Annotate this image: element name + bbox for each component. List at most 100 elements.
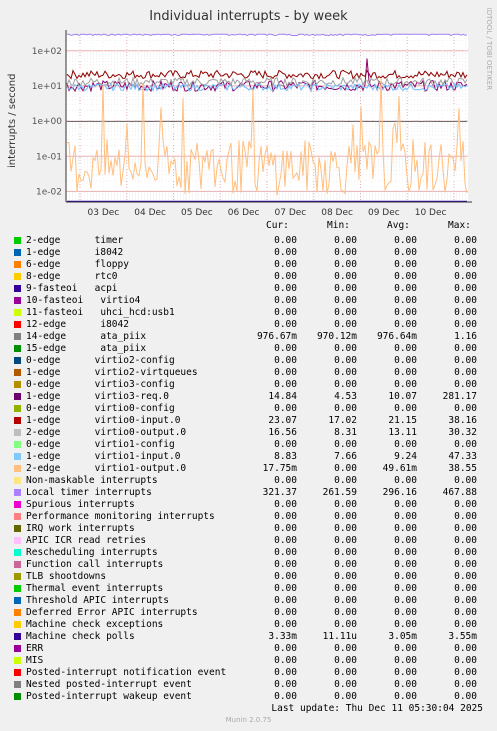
value-max: 0.00 [454,655,477,666]
value-avg: 3.05m [388,631,417,642]
value-cur: 0.00 [274,343,297,354]
legend-row: 12-edge i8042 0.00 0.00 0.00 0.00 [0,319,497,331]
legend-swatch [14,585,21,592]
legend-swatch [14,633,21,640]
legend-name: 1-edge i8042 [26,247,124,258]
value-max: 0.00 [454,547,477,558]
legend-name: 14-edge ata_piix [26,331,147,342]
legend-row: 2-edge virtio1-output.0 17.75m 0.00 49.61m 3… [0,463,497,475]
value-avg: 0.00 [394,283,417,294]
legend-name: 0-edge virtio3-config [26,379,175,390]
legend-name: Posted-interrupt notification event [26,667,227,678]
legend-row: Local timer interrupts 321.37 261.59 296.16… [0,487,497,499]
value-min: 11.11u [322,631,357,642]
legend-row: Function call interrupts 0.00 0.00 0.00 0.00 [0,559,497,571]
value-avg: 0.00 [394,619,417,630]
value-min: 0.00 [334,307,357,318]
value-cur: 0.00 [274,403,297,414]
legend-name: 2-edge timer [26,235,124,246]
legend-name: 1-edge virtio0-input.0 [26,415,181,426]
value-avg: 0.00 [394,499,417,510]
x-tick-label: 06 Dec [228,208,260,218]
value-cur: 0.00 [274,235,297,246]
legend-swatch [14,693,21,700]
legend-swatch [14,561,21,568]
legend-row: Deferred Error APIC interrupts 0.00 0.00 0.… [0,607,497,619]
value-cur: 0.00 [274,259,297,270]
legend-swatch [14,681,21,688]
legend-row: 0-edge virtio2-config 0.00 0.00 0.00 0.00 [0,355,497,367]
legend-row: 8-edge rtc0 0.00 0.00 0.00 0.00 [0,271,497,283]
y-tick-label: 1e-01 [36,152,62,162]
value-max: 1.16 [454,331,477,342]
value-avg: 0.00 [394,691,417,702]
legend-row: 14-edge ata_piix 976.67m 970.12m 976.64m 1.1… [0,331,497,343]
value-max: 0.00 [454,367,477,378]
legend-swatch [14,249,21,256]
value-avg: 49.61m [382,463,417,474]
value-cur: 0.00 [274,439,297,450]
legend-name: 1-edge virtio3-req.0 [26,391,169,402]
chart: 1e-02 1e-01 1e+00 1e+01 1e+02 03 Dec 04 Dec 05 … [32,30,472,218]
x-tick-label: 07 Dec [275,208,307,218]
col-avg: Avg: [387,220,410,231]
value-min: 0.00 [334,691,357,702]
legend-row: 1-edge virtio3-req.0 14.84 4.53 10.07 281.17 [0,391,497,403]
value-max: 0.00 [454,259,477,270]
value-cur: 0.00 [274,523,297,534]
x-tick-label: 03 Dec [88,208,120,218]
value-cur: 0.00 [274,511,297,522]
value-cur: 23.07 [268,415,297,426]
legend-row: 1-edge virtio1-input.0 8.83 7.66 9.24 47.33 [0,451,497,463]
y-tick-label: 1e+01 [32,82,62,92]
value-min: 0.00 [334,523,357,534]
value-avg: 0.00 [394,595,417,606]
legend-name: Performance monitoring interrupts [26,511,215,522]
x-tick-label: 10 Dec [415,208,447,218]
value-cur: 0.00 [274,499,297,510]
legend-swatch [14,309,21,316]
value-max: 0.00 [454,343,477,354]
legend-name: Machine check polls [26,631,135,642]
legend-swatch [14,273,21,280]
value-avg: 0.00 [394,343,417,354]
value-cur: 0.00 [274,655,297,666]
legend-row: 6-edge floppy 0.00 0.00 0.00 0.00 [0,259,497,271]
legend-name: 1-edge virtio1-input.0 [26,451,181,462]
y-axis-title: interrupts / second [7,74,18,168]
value-avg: 0.00 [394,523,417,534]
value-max: 0.00 [454,643,477,654]
value-min: 0.00 [334,235,357,246]
value-min: 0.00 [334,355,357,366]
value-cur: 0.00 [274,691,297,702]
legend-row: Nested posted-interrupt event 0.00 0.00 0.0… [0,679,497,691]
legend-row: TLB shootdowns 0.00 0.00 0.00 0.00 [0,571,497,583]
value-avg: 0.00 [394,235,417,246]
value-min: 0.00 [334,379,357,390]
value-max: 0.00 [454,667,477,678]
value-cur: 16.56 [268,427,297,438]
value-max: 0.00 [454,559,477,570]
legend-name: APIC ICR read retries [26,535,147,546]
value-min: 0.00 [334,619,357,630]
value-max: 0.00 [454,235,477,246]
value-cur: 0.00 [274,475,297,486]
legend-swatch [14,333,21,340]
legend-swatch [14,609,21,616]
legend-row: MIS 0.00 0.00 0.00 0.00 [0,655,497,667]
value-cur: 0.00 [274,583,297,594]
legend-row: APIC ICR read retries 0.00 0.00 0.00 0.00 [0,535,497,547]
value-min: 8.31 [334,427,357,438]
legend-name: Deferred Error APIC interrupts [26,607,198,618]
legend-swatch [14,621,21,628]
value-cur: 0.00 [274,559,297,570]
legend-swatch [14,321,21,328]
legend-name: Rescheduling interrupts [26,547,158,558]
value-min: 0.00 [334,367,357,378]
legend-name: 11-fasteoi uhci_hcd:usb1 [26,307,175,318]
chart-title: Individual interrupts - by week [149,9,348,24]
value-max: 3.55m [448,631,477,642]
legend-name: Local timer interrupts [26,487,152,498]
legend-name: 8-edge rtc0 [26,271,118,282]
legend-row: 11-fasteoi uhci_hcd:usb1 0.00 0.00 0.00 0.00 [0,307,497,319]
